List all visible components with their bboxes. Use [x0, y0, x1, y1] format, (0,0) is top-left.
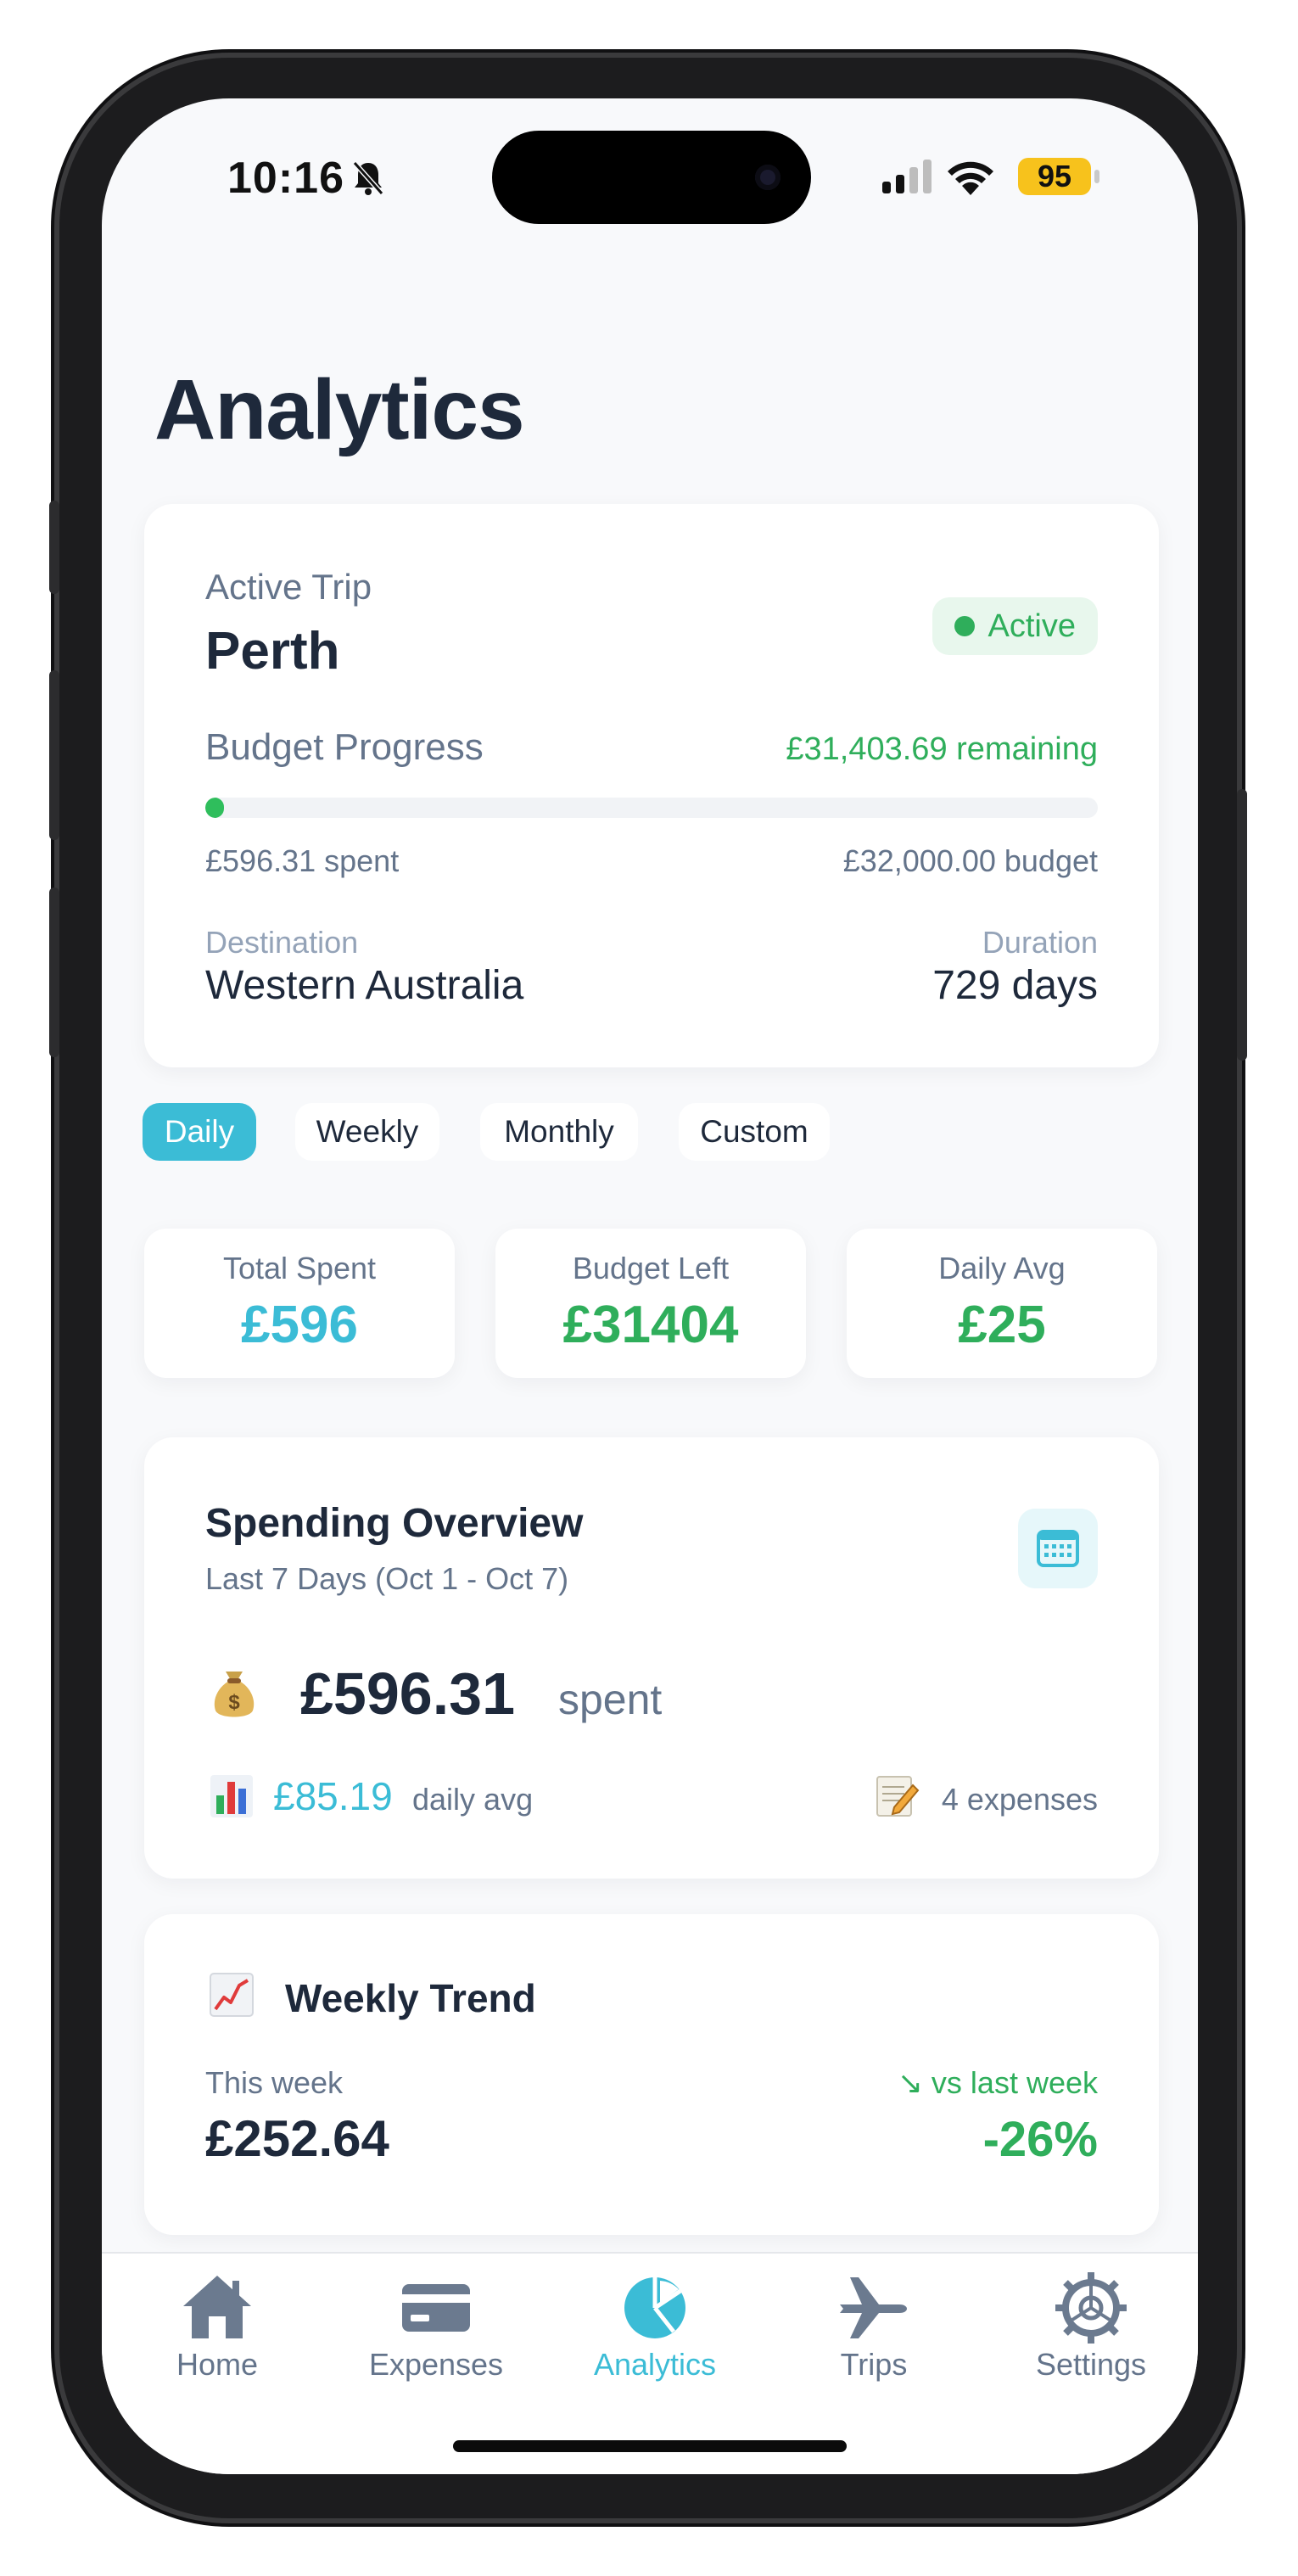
nav-trips[interactable]: Trips — [780, 2254, 967, 2398]
tab-custom[interactable]: Custom — [679, 1103, 830, 1161]
tab-monthly[interactable]: Monthly — [480, 1103, 638, 1161]
vs-last-week-label: ↘ vs last week — [897, 2065, 1098, 2100]
duration-label: Duration — [982, 925, 1098, 960]
destination-value: Western Australia — [205, 963, 524, 1008]
battery-indicator: 95 — [1018, 158, 1091, 195]
tab-weekly[interactable]: Weekly — [295, 1103, 439, 1161]
destination-label: Destination — [205, 925, 359, 960]
nav-label: Analytics — [593, 2347, 717, 2382]
bell-off-icon — [352, 161, 384, 195]
camera-icon — [755, 165, 780, 190]
stat-label: Total Spent — [222, 1251, 377, 1285]
overview-amount: £596.31 — [300, 1660, 516, 1727]
nav-analytics[interactable]: Analytics — [562, 2254, 748, 2398]
page-title: Analytics — [154, 362, 525, 457]
active-trip-label: Active Trip — [205, 567, 372, 607]
trend-chart-icon — [210, 1973, 254, 2017]
daily-avg-value: £85.19 — [273, 1774, 393, 1818]
signal-icon — [882, 160, 932, 193]
budget-progress-bar — [205, 798, 1098, 818]
stat-daily-avg: Daily Avg £25 — [847, 1229, 1157, 1378]
nav-label: Expenses — [368, 2347, 504, 2382]
home-indicator[interactable] — [453, 2440, 847, 2452]
status-badge-label: Active — [987, 608, 1076, 644]
dynamic-island — [492, 131, 811, 224]
budget-progress-fill — [205, 798, 224, 818]
screen: 10:16 95 Analytics Active Trip Perth Act — [102, 98, 1198, 2474]
budget-progress-label: Budget Progress — [205, 726, 484, 768]
nav-label: Home — [176, 2347, 259, 2382]
wifi-icon — [948, 161, 993, 195]
nav-home[interactable]: Home — [124, 2254, 311, 2398]
volume-up-button — [49, 670, 59, 840]
volume-down-button — [49, 888, 59, 1057]
bar-chart-icon — [210, 1775, 253, 1817]
stat-label: Daily Avg — [938, 1251, 1066, 1285]
weekly-trend-card: Weekly Trend This week £252.64 ↘ vs last… — [144, 1914, 1159, 2235]
calendar-icon — [1037, 1530, 1079, 1567]
duration-value: 729 days — [932, 963, 1098, 1008]
stat-value: £31404 — [562, 1296, 739, 1354]
pie-chart-icon — [624, 2277, 685, 2338]
stat-total-spent: Total Spent £596 — [144, 1229, 455, 1378]
power-button — [1237, 789, 1247, 1061]
nav-label: Settings — [1035, 2347, 1147, 2382]
status-dot-icon — [954, 616, 975, 636]
memo-icon — [876, 1776, 920, 1817]
weekly-trend-title: Weekly Trend — [285, 1976, 536, 2020]
airplane-icon — [840, 2277, 907, 2338]
card-icon — [402, 2284, 470, 2332]
daily-avg-label: daily avg — [412, 1782, 534, 1817]
expense-count: 4 expenses — [941, 1782, 1098, 1817]
spending-overview-card: Spending Overview Last 7 Days (Oct 1 - O… — [144, 1437, 1159, 1879]
mute-switch — [49, 501, 59, 594]
overview-subtitle: Last 7 Days (Oct 1 - Oct 7) — [205, 1561, 569, 1596]
money-bag-icon: $ — [214, 1672, 255, 1717]
stat-value: £25 — [958, 1296, 1046, 1354]
calendar-button[interactable] — [1018, 1509, 1098, 1588]
nav-expenses[interactable]: Expenses — [343, 2254, 529, 2398]
active-trip-card[interactable]: Active Trip Perth Active Budget Progress… — [144, 504, 1159, 1067]
budget-total: £32,000.00 budget — [842, 843, 1098, 878]
trip-city: Perth — [205, 622, 340, 680]
stat-budget-left: Budget Left £31404 — [495, 1229, 806, 1378]
nav-settings[interactable]: Settings — [998, 2254, 1184, 2398]
stat-value: £596 — [241, 1296, 358, 1354]
gear-icon — [1055, 2272, 1127, 2344]
this-week-label: This week — [205, 2065, 344, 2100]
battery-tip — [1094, 170, 1099, 183]
tab-daily[interactable]: Daily — [143, 1103, 256, 1161]
status-bar: 10:16 95 — [102, 98, 1198, 251]
nav-label: Trips — [840, 2347, 908, 2382]
weekly-change: -26% — [982, 2112, 1098, 2167]
this-week-value: £252.64 — [205, 2110, 389, 2167]
overview-amount-suffix: spent — [558, 1676, 663, 1723]
home-icon — [183, 2276, 251, 2338]
budget-spent: £596.31 spent — [205, 843, 400, 878]
stat-label: Budget Left — [572, 1251, 730, 1285]
status-badge: Active — [932, 597, 1098, 655]
status-time: 10:16 — [227, 154, 344, 203]
budget-remaining: £31,403.69 remaining — [786, 731, 1098, 767]
svg-text:$: $ — [228, 1691, 240, 1714]
overview-title: Spending Overview — [205, 1501, 584, 1546]
